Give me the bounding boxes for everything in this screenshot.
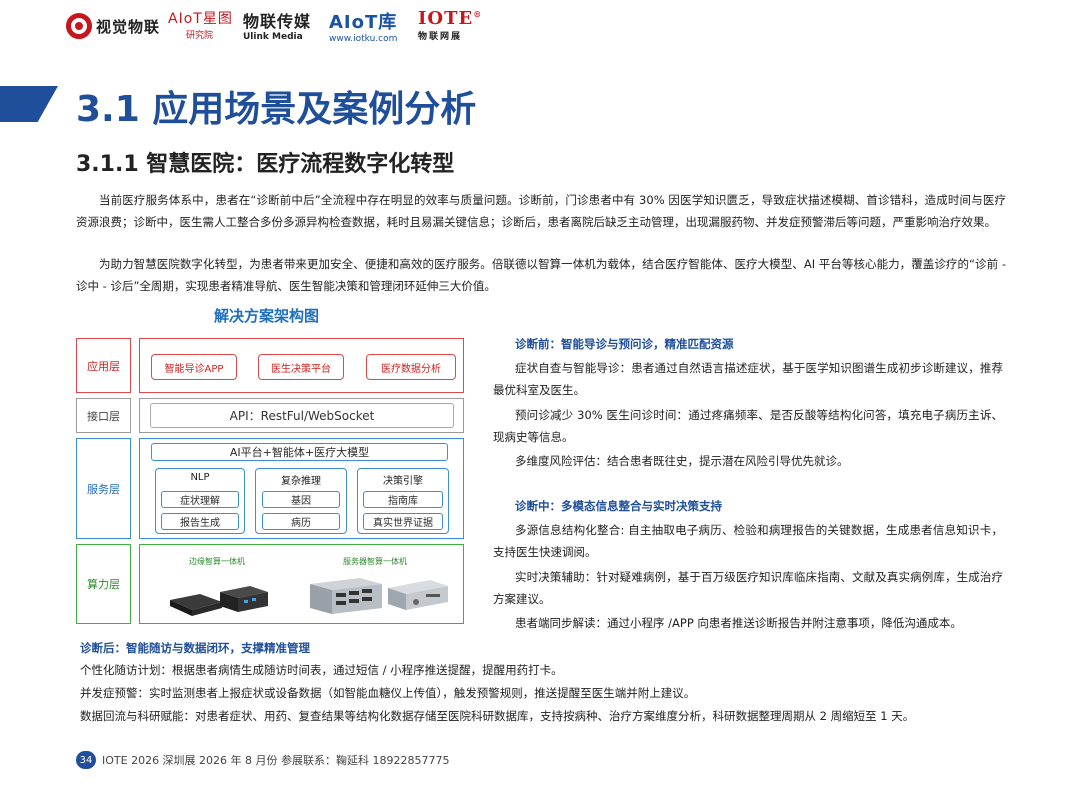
api-protocols: API：RestFul/WebSocket [150,403,454,428]
logo-shijue: 视觉物联 [66,8,160,44]
nlp-report: 报告生成 [161,513,239,530]
during-item-3: 患者端同步解读：通过小程序 /APP 向患者推送诊断报告并附注意事项，降低沟通成… [515,616,962,630]
diagram-title: 解决方案架构图 [214,307,320,325]
logo-aiot-xingtu-text: AIoT星图 [168,11,233,27]
edge-box-small-icon [170,594,222,616]
decision-title: 决策引擎 [383,476,423,487]
during-item-2: 实时决策辅助：针对疑难病例，基于百万级医疗知识库临床指南、文献及真实病例库，生成… [493,570,1003,606]
app-smart-guide: 智能导诊APP [151,354,237,380]
reasoning-title: 复杂推理 [281,476,321,487]
logo-iote-text: IOTE® [418,8,483,29]
decision-guideline: 指南库 [363,491,443,508]
during-item-1: 多源信息结构化整合: 自主抽取电子病历、检验和病理报告的关键数据，生成患者信息知… [493,523,1003,559]
reasoning-record: 病历 [262,513,340,530]
vision-iot-logo-icon [66,13,92,39]
logo-ulink-text: 物联传媒 [243,12,312,31]
logo-iotku-text: AIoT库 [329,12,398,33]
intro-paragraph-1: 当前医疗服务体系中，患者在“诊断前中后”全流程中存在明显的效率与质量问题。诊断前… [76,193,1006,229]
app-medical-analytics: 医疗数据分析 [366,354,456,380]
logo-iote: IOTE® 物联网展 [418,8,482,44]
logo-iote-sub: 物联网展 [418,32,463,42]
server-unit-icon [388,580,448,610]
pre-diagnosis-heading: 诊断前：智能导诊与预问诊，精准匹配资源 [515,337,734,351]
pre-item-3: 多维度风险评估：结合患者既往史，提示潜在风险引导优先就诊。 [515,454,849,468]
nlp-title: NLP [190,472,210,483]
post-diagnosis-heading: 诊断后：智能随访与数据闭环，支撑精准管理 [80,641,310,655]
logo-aiot-xingtu: AIoT星图 研究院 [168,8,233,44]
intro-paragraph-2: 为助力智慧医院数字化转型，为患者带来更加安全、便捷和高效的医疗服务。倍联德以智算… [76,257,1006,293]
page-number: 34 [76,751,96,769]
pre-item-2: 预问诊减少 30% 医生问诊时间：通过疼痛频率、是否反酸等结构化问答，填充电子病… [493,408,1003,444]
compute-layer-label: 算力层 [76,544,131,624]
footer-text: IOTE 2026 深圳展 2026 年 8 月份 参展联系：鞠延科 18922… [102,754,450,767]
server-rack-icon [310,578,382,614]
logo-ulink: 物联传媒 Ulink Media [243,8,311,44]
logo-ulink-sub: Ulink Media [243,32,303,42]
app-layer-label: 应用层 [76,338,131,393]
title-accent-bar [0,86,58,122]
post-item-3: 数据回流与科研赋能：对患者症状、用药、复查结果等结构化数据存储至医院科研数据库，… [80,709,915,723]
page-title: 3.1 应用场景及案例分析 [76,89,477,130]
logo-iotku: AIoT库 www.iotku.com [329,8,397,44]
post-item-1: 个性化随访计划：根据患者病情生成随访时间表，通过短信 / 小程序推送提醒，提醒用… [80,663,563,677]
app-doctor-decision: 医生决策平台 [258,354,344,380]
reasoning-gene: 基因 [262,491,340,508]
logo-iotku-sub: www.iotku.com [329,34,398,44]
ai-platform-banner: AI平台+智能体+医疗大模型 [151,443,448,461]
decision-rwe: 真实世界证据 [363,513,443,530]
section-title: 3.1.1 智慧医院：医疗流程数字化转型 [76,152,455,177]
logo-shijue-text: 视觉物联 [96,17,161,36]
hardware-images [170,578,448,616]
during-diagnosis-heading: 诊断中：多模态信息整合与实时决策支持 [515,499,722,513]
nlp-symptom: 症状理解 [161,491,239,508]
edge-box-large-icon [220,586,268,612]
api-layer-label: 接口层 [76,398,131,433]
pre-item-1: 症状自查与智能导诊：患者通过自然语言描述症状，基于医学知识图谱生成初步诊断建议，… [493,361,1003,397]
post-item-2: 并发症预警：实时监测患者上报症状或设备数据（如智能血糖仪上传值），触发预警规则，… [80,686,696,700]
service-layer-label: 服务层 [76,438,131,539]
logo-aiot-xingtu-sub: 研究院 [186,31,214,41]
